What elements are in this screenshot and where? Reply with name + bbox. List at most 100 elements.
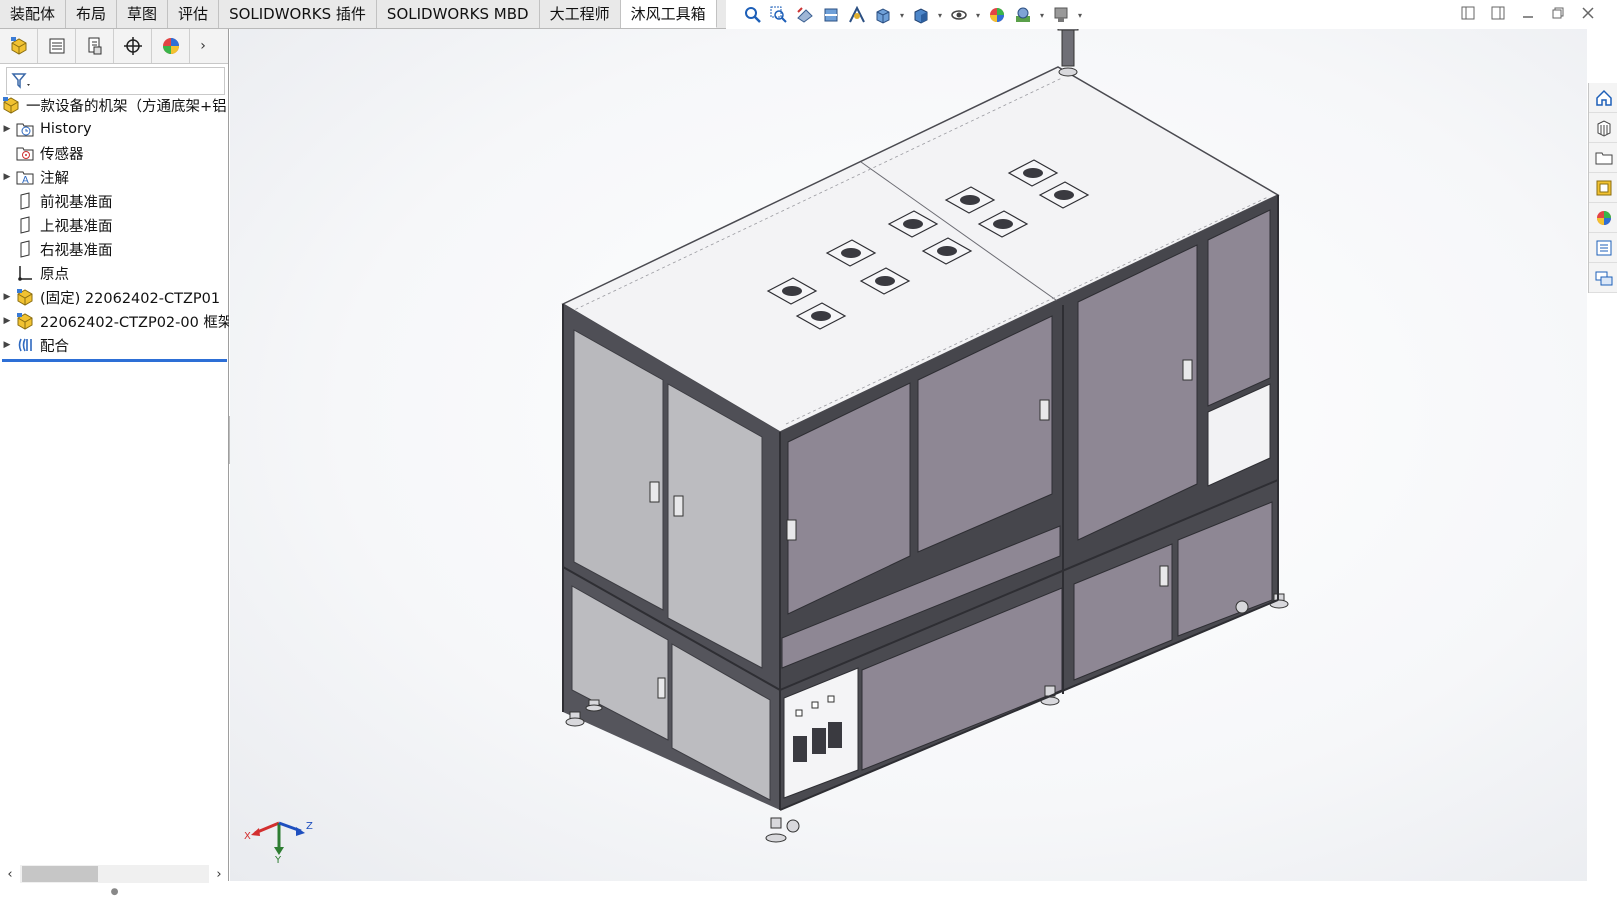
expand-arrow-icon[interactable]: ▶ — [0, 340, 14, 350]
file-explorer-icon[interactable] — [1589, 143, 1617, 173]
configurationmanager-tab-icon[interactable] — [76, 29, 114, 63]
tree-root-label: 一款设备的机架（方通底架+铝 — [26, 98, 227, 115]
horizontal-scrollbar[interactable]: ‹ › — [0, 864, 229, 884]
home-icon[interactable] — [1589, 83, 1617, 113]
panel-grip[interactable]: ● — [0, 887, 229, 907]
scroll-thumb[interactable] — [22, 866, 98, 882]
tree-item-label: 配合 — [40, 338, 69, 355]
plane-icon — [14, 191, 36, 211]
tab-solidworks-addins[interactable]: SOLIDWORKS 插件 — [219, 0, 377, 28]
tab-solidworks-mbd[interactable]: SOLIDWORKS MBD — [377, 0, 540, 28]
custom-properties-icon[interactable] — [1589, 233, 1617, 263]
tile-left-icon[interactable] — [1459, 4, 1477, 22]
heads-up-view-toolbar: ▾ ▾ ▾ ▾ ▾ — [742, 2, 1084, 28]
tree-item-label: 前视基准面 — [40, 194, 113, 211]
feature-manager-panel: › 一款设备的机架（方通底架+铝 ▶ History 传感器 ▶ A 注解 前视… — [0, 29, 229, 897]
tree-item-right-plane[interactable]: 右视基准面 — [0, 237, 229, 261]
hide-show-items-icon[interactable] — [948, 4, 970, 26]
propertymanager-tab-icon[interactable] — [38, 29, 76, 63]
tree-item-label: (固定) 22062402-CTZP01 — [40, 290, 221, 307]
view-orientation-icon[interactable] — [872, 4, 894, 26]
dimxpert-tab-icon[interactable] — [114, 29, 152, 63]
tree-item-origin[interactable]: 原点 — [0, 261, 229, 285]
expand-arrow-icon[interactable]: ▶ — [0, 292, 14, 302]
expand-arrow-icon[interactable]: ▶ — [0, 316, 14, 326]
chevron-right-icon[interactable]: › — [190, 29, 216, 63]
tab-sketch[interactable]: 草图 — [117, 0, 169, 28]
tree-item-label: 上视基准面 — [40, 218, 113, 235]
tab-mufeng-toolbox[interactable]: 沐风工具箱 — [620, 0, 717, 28]
chevron-down-icon[interactable]: ▾ — [974, 11, 982, 20]
tree-item-history[interactable]: ▶ History — [0, 117, 229, 141]
previous-view-icon[interactable] — [794, 4, 816, 26]
tree-item-frame-component[interactable]: ▶ 22062402-CTZP02-00 框架 — [0, 309, 229, 333]
sensor-icon — [14, 143, 36, 163]
tab-assembly[interactable]: 装配体 — [0, 0, 67, 28]
panel-tabs: › — [0, 29, 228, 64]
tree-item-front-plane[interactable]: 前视基准面 — [0, 189, 229, 213]
view-settings-icon[interactable] — [1050, 4, 1072, 26]
forum-icon[interactable] — [1589, 263, 1617, 293]
history-folder-icon — [14, 119, 36, 139]
design-library-icon[interactable] — [1589, 113, 1617, 143]
dynamic-annotation-icon[interactable] — [846, 4, 868, 26]
scroll-left-icon[interactable]: ‹ — [0, 867, 20, 882]
axis-z-label: Z — [306, 821, 313, 832]
chevron-down-icon[interactable]: ▾ — [1038, 11, 1046, 20]
tree-item-label: 注解 — [40, 170, 69, 187]
chevron-down-icon[interactable]: ▾ — [936, 11, 944, 20]
scroll-right-icon[interactable]: › — [209, 867, 229, 882]
featuremanager-tab-icon[interactable] — [0, 29, 38, 63]
tree-item-label: 22062402-CTZP02-00 框架 — [40, 314, 229, 331]
origin-icon — [14, 263, 36, 283]
plane-icon — [14, 239, 36, 259]
tree-filter[interactable] — [6, 67, 225, 95]
apply-scene-icon[interactable] — [1012, 4, 1034, 26]
expand-arrow-icon[interactable]: ▶ — [0, 124, 14, 134]
annotation-icon: A — [14, 167, 36, 187]
tree-rollback-bar[interactable] — [2, 359, 227, 362]
tree-item-label: 右视基准面 — [40, 242, 113, 259]
tile-right-icon[interactable] — [1489, 4, 1507, 22]
expand-arrow-icon[interactable]: ▶ — [0, 172, 14, 182]
appearances-icon[interactable] — [1589, 203, 1617, 233]
tab-big-engineer[interactable]: 大工程师 — [540, 0, 621, 28]
section-view-icon[interactable] — [820, 4, 842, 26]
filter-icon[interactable] — [11, 72, 33, 90]
edit-appearance-icon[interactable] — [986, 4, 1008, 26]
tree-item-fixed-component[interactable]: ▶ (固定) 22062402-CTZP01 — [0, 285, 229, 309]
tab-layout[interactable]: 布局 — [66, 0, 118, 28]
tree-item-annotations[interactable]: ▶ A 注解 — [0, 165, 229, 189]
minimize-icon[interactable] — [1519, 4, 1537, 22]
machine-frame-model — [561, 29, 1289, 843]
tree-root[interactable]: 一款设备的机架（方通底架+铝 — [0, 93, 229, 117]
display-style-icon[interactable] — [910, 4, 932, 26]
axis-y-label: Y — [274, 855, 282, 863]
part-icon — [14, 287, 36, 307]
axis-x-label: X — [244, 831, 251, 842]
plane-icon — [14, 215, 36, 235]
chevron-down-icon[interactable]: ▾ — [1076, 11, 1084, 20]
tree-item-label: 原点 — [40, 266, 69, 283]
assembly-icon — [0, 95, 22, 115]
close-icon[interactable] — [1579, 4, 1597, 22]
command-manager-tabs: 装配体 布局 草图 评估 SOLIDWORKS 插件 SOLIDWORKS MB… — [0, 0, 726, 29]
zoom-to-fit-icon[interactable] — [742, 4, 764, 26]
chevron-down-icon[interactable]: ▾ — [898, 11, 906, 20]
tree-item-label: 传感器 — [40, 146, 84, 163]
task-pane — [1588, 83, 1617, 293]
viewport-window-controls — [1459, 4, 1597, 22]
restore-icon[interactable] — [1549, 4, 1567, 22]
view-palette-icon[interactable] — [1589, 173, 1617, 203]
zoom-to-area-icon[interactable] — [768, 4, 790, 26]
svg-text:A: A — [22, 175, 29, 186]
tab-evaluate[interactable]: 评估 — [168, 0, 220, 28]
tree-item-sensors[interactable]: 传感器 — [0, 141, 229, 165]
tree-item-mates[interactable]: ▶ 配合 — [0, 333, 229, 357]
orientation-triad: X Y Z — [244, 821, 313, 863]
tree-item-label: History — [40, 121, 92, 137]
tree-item-top-plane[interactable]: 上视基准面 — [0, 213, 229, 237]
display-manager-tab-icon[interactable] — [152, 29, 190, 63]
mates-icon — [14, 335, 36, 355]
graphics-area[interactable] — [230, 29, 1587, 881]
